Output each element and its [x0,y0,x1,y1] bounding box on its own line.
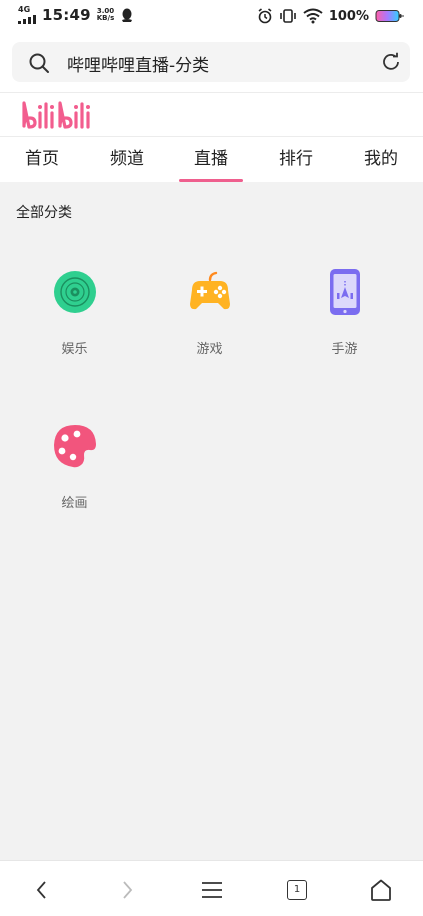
category-page: 全部分类 娱乐 游戏 手游 绘画 [0,182,423,860]
site-header: bilibili [0,92,423,137]
category-entertainment[interactable]: 娱乐 [7,268,142,357]
category-mobile-games[interactable]: 手游 [277,268,412,357]
category-label: 手游 [331,342,358,357]
section-title: 全部分类 [16,205,72,221]
menu-button[interactable] [197,875,227,905]
browser-toolbar: 1 [0,860,423,916]
network-speed: 3.00 KB/s [97,8,114,22]
menu-icon [202,882,222,898]
mobile-game-icon [329,269,360,315]
battery-icon [375,10,404,22]
address-text[interactable]: 哔哩哔哩直播-分类 [67,51,209,76]
vibrate-icon [280,9,296,23]
nav-tabs: 首页 频道 直播 排行 我的 [0,136,423,183]
tab-ranking[interactable]: 排行 [254,137,338,183]
address-input[interactable]: 哔哩哔哩直播-分类 [12,42,410,82]
status-bar-right: 100% [251,8,405,24]
home-icon [371,879,391,901]
wifi-icon [303,8,323,24]
palette-icon [53,425,96,468]
category-label: 游戏 [196,342,223,357]
category-label: 绘画 [61,496,88,511]
back-button[interactable] [27,875,57,905]
home-button[interactable] [366,875,396,905]
tab-home[interactable]: 首页 [0,137,84,183]
gamepad-icon [189,271,230,310]
chevron-left-icon [36,881,46,899]
category-games[interactable]: 游戏 [142,268,277,357]
address-bar: 哔哩哔哩直播-分类 [0,34,423,92]
category-label: 娱乐 [61,342,88,357]
reload-icon[interactable] [380,51,402,73]
tabs-button[interactable]: 1 [282,875,312,905]
tab-mine[interactable]: 我的 [339,137,423,183]
qq-penguin-icon [122,8,133,22]
status-bar: 4G 15:49 3.00 KB/s 100% [0,0,423,34]
battery-percent: 100% [328,8,369,24]
search-icon[interactable] [28,52,50,74]
chevron-right-icon [123,881,133,899]
status-bar-left: 4G 15:49 3.00 KB/s [18,6,133,24]
network-speed-unit: KB/s [96,14,115,22]
category-painting[interactable]: 绘画 [7,422,142,511]
tab-count: 1 [287,880,307,900]
network-indicator: 4G [18,6,40,24]
bilibili-logo[interactable]: bilibili [20,99,94,131]
alarm-icon [258,8,272,24]
music-disc-icon [53,271,96,313]
tab-live[interactable]: 直播 [169,137,253,183]
signal-icon [18,15,36,24]
tab-channel[interactable]: 频道 [85,137,169,183]
network-type: 4G [18,5,31,14]
clock: 15:49 [42,6,91,24]
forward-button[interactable] [112,875,142,905]
